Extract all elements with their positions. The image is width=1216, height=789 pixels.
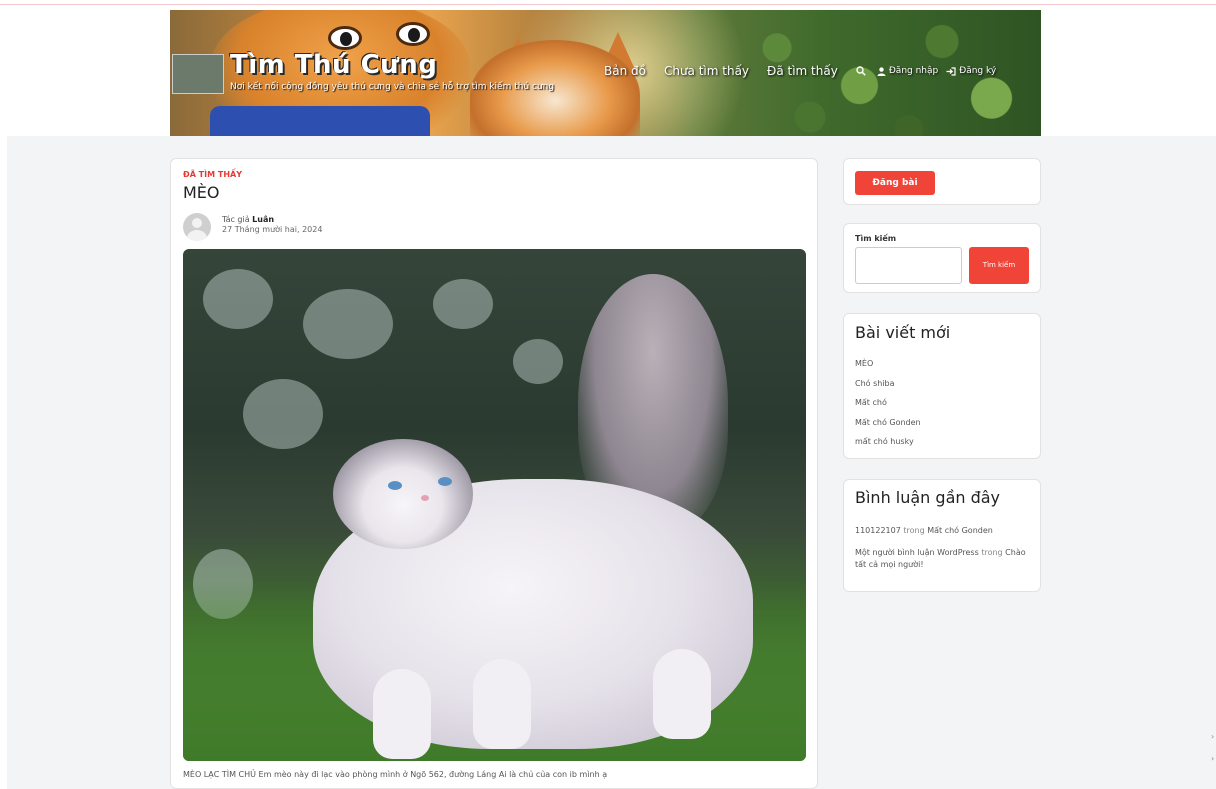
comment-author[interactable]: Một người bình luận WordPress xyxy=(855,548,979,557)
comment-connector: trong xyxy=(981,548,1003,557)
comment-post-link[interactable]: Mất chó Gonden xyxy=(927,526,993,535)
site-tagline: Nơi kết nối cộng đồng yêu thú cưng và ch… xyxy=(230,82,555,92)
login-link[interactable]: Đăng nhập xyxy=(877,66,938,76)
login-icon xyxy=(946,66,956,76)
user-icon xyxy=(877,66,886,76)
bokeh xyxy=(203,269,273,329)
search-input[interactable] xyxy=(855,247,962,284)
bokeh xyxy=(243,379,323,449)
register-link[interactable]: Đăng ký xyxy=(946,66,996,76)
top-divider xyxy=(0,4,1216,5)
recent-posts-list: MÈO Chó shiba Mất chó Mất chó Gonden mất… xyxy=(855,359,921,457)
recent-comments-title: Bình luận gần đây xyxy=(855,488,1001,507)
comment-item: 110122107 trong Mất chó Gonden xyxy=(855,525,1035,537)
cat-leg xyxy=(373,669,431,759)
author-name[interactable]: Luân xyxy=(252,215,274,224)
edge-marks: › › xyxy=(1211,732,1215,763)
recent-posts-widget: Bài viết mới MÈO Chó shiba Mất chó Mất c… xyxy=(843,313,1041,459)
nav-not-found[interactable]: Chưa tìm thấy xyxy=(664,64,749,78)
post-date: 27 Tháng mười hai, 2024 xyxy=(222,225,323,234)
post-excerpt: MÈO LẠC TÌM CHỦ Em mèo này đi lạc vào ph… xyxy=(183,770,608,779)
search-icon xyxy=(856,66,866,76)
post-title: MÈO xyxy=(183,183,220,202)
post-category[interactable]: ĐÃ TÌM THẤY xyxy=(183,170,242,179)
cat-eye-right xyxy=(396,22,430,46)
recent-post-item[interactable]: MÈO xyxy=(855,359,921,379)
recent-post-item[interactable]: Mất chó Gonden xyxy=(855,418,921,438)
post-image xyxy=(183,249,806,761)
login-label: Đăng nhập xyxy=(888,66,939,76)
author-line: Tác giả Luân xyxy=(222,215,274,224)
site-title[interactable]: Tìm Thú Cưng xyxy=(230,50,437,80)
cat-leg xyxy=(473,659,531,749)
comment-author[interactable]: 110122107 xyxy=(855,526,901,535)
search-label: Tìm kiếm xyxy=(855,234,897,243)
main-nav: Bản đồ Chưa tìm thấy Đã tìm thấy Đăng nh… xyxy=(604,64,1004,78)
nav-found[interactable]: Đã tìm thấy xyxy=(767,64,838,78)
comment-item: Một người bình luận WordPress trong Chào… xyxy=(855,547,1035,571)
post-widget: Đăng bài xyxy=(843,158,1041,205)
bokeh xyxy=(433,279,493,329)
bokeh xyxy=(513,339,563,384)
recent-post-item[interactable]: Chó shiba xyxy=(855,379,921,399)
nav-map[interactable]: Bản đồ xyxy=(604,64,646,78)
recent-posts-title: Bài viết mới xyxy=(855,323,951,342)
cat-nose xyxy=(421,495,429,501)
author-avatar xyxy=(183,213,211,241)
cat-eye xyxy=(438,477,452,486)
cat-leg xyxy=(653,649,711,739)
search-widget: Tìm kiếm Tìm kiếm xyxy=(843,223,1041,293)
create-post-button[interactable]: Đăng bài xyxy=(855,171,935,195)
cat-scarf xyxy=(210,106,430,136)
post-card: ĐÃ TÌM THẤY MÈO Tác giả Luân 27 Tháng mư… xyxy=(170,158,818,789)
recent-post-item[interactable]: mất chó husky xyxy=(855,437,921,457)
search-button[interactable]: Tìm kiếm xyxy=(969,247,1029,284)
author-prefix: Tác giả xyxy=(222,215,250,224)
recent-comments-widget: Bình luận gần đây 110122107 trong Mất ch… xyxy=(843,479,1041,592)
site-logo[interactable] xyxy=(172,54,224,94)
cat-eye xyxy=(388,481,402,490)
search-toggle[interactable] xyxy=(856,66,869,76)
cat-eye-left xyxy=(328,26,362,50)
bokeh xyxy=(303,289,393,359)
comment-connector: trong xyxy=(903,526,925,535)
register-label: Đăng ký xyxy=(959,66,997,76)
cat-head xyxy=(333,439,473,549)
recent-post-item[interactable]: Mất chó xyxy=(855,398,921,418)
site-header: Tìm Thú Cưng Nơi kết nối cộng đồng yêu t… xyxy=(170,10,1041,136)
